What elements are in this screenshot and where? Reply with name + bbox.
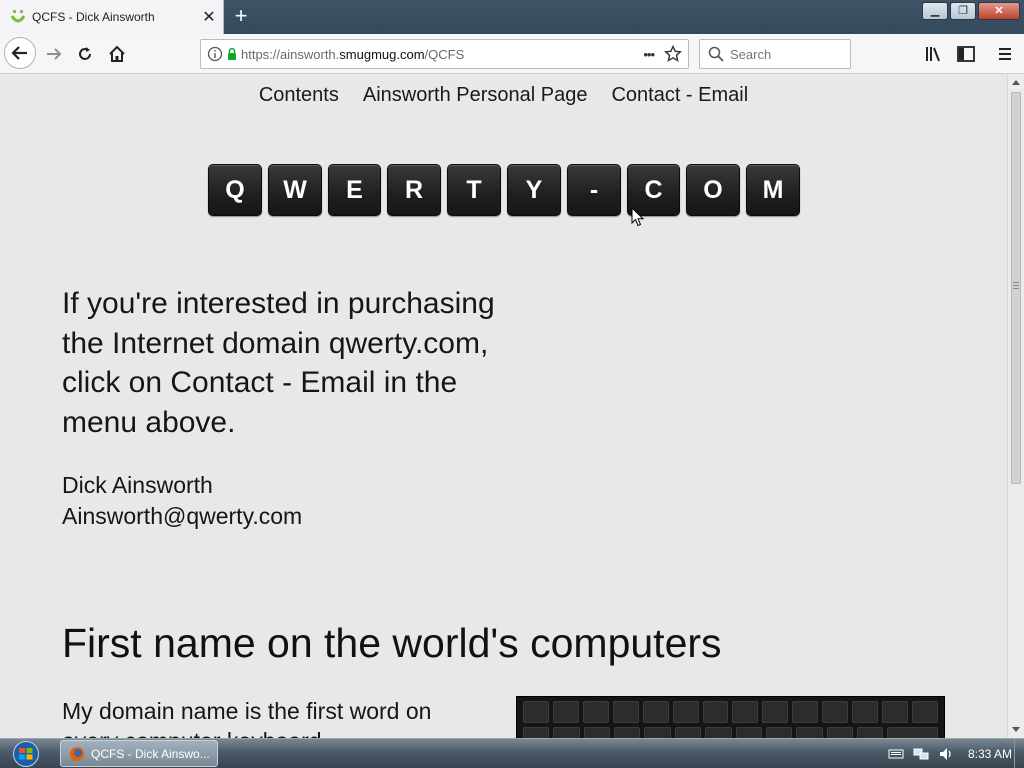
keyboard-tray-icon[interactable]: [888, 748, 904, 760]
search-bar[interactable]: [699, 39, 851, 69]
keycap-w: W: [268, 164, 322, 216]
browser-toolbar: https://ainsworth.smugmug.com/QCFS •••: [0, 34, 1024, 74]
forward-arrow-icon: [47, 48, 62, 60]
home-button[interactable]: [103, 40, 131, 68]
tab-title: QCFS - Dick Ainsworth: [32, 10, 155, 24]
window-controls: ▁ ❐ ✕: [922, 2, 1020, 20]
reload-icon: [79, 47, 91, 60]
section-heading: First name on the world's computers: [62, 620, 722, 666]
contact-email: Ainsworth@qwerty.com: [62, 502, 303, 529]
reload-button[interactable]: [71, 40, 99, 68]
smugmug-favicon-icon: [10, 10, 26, 23]
keycap-y: Y: [507, 164, 561, 216]
contact-block: Dick Ainsworth Ainsworth@qwerty.com: [62, 470, 302, 531]
url-text[interactable]: https://ainsworth.smugmug.com/QCFS: [237, 47, 643, 62]
firefox-icon: [70, 746, 84, 761]
nav-contact-email-link[interactable]: Contact - Email: [611, 84, 748, 107]
keyboard-photo: [516, 696, 945, 738]
network-tray-icon[interactable]: [912, 746, 930, 762]
minimize-button[interactable]: ▁: [922, 2, 948, 20]
browser-tab-strip: QCFS - Dick Ainsworth ✕ + ▁ ❐ ✕: [0, 0, 1024, 34]
search-input[interactable]: [730, 46, 840, 62]
page-actions-icon[interactable]: •••: [643, 47, 655, 62]
system-tray: 8:33 AM: [888, 739, 1024, 768]
contact-name: Dick Ainsworth: [62, 472, 213, 498]
hamburger-menu-icon[interactable]: [996, 45, 1014, 63]
qwerty-com-keycap-banner: Q W E R T Y - C O M: [208, 164, 800, 216]
forward-button[interactable]: [40, 40, 68, 68]
taskbar-window-label: QCFS - Dick Ainswo...: [91, 746, 210, 761]
keycap-t: T: [447, 164, 501, 216]
keycap-r: R: [387, 164, 441, 216]
scroll-down-arrow-icon[interactable]: [1012, 727, 1020, 732]
domain-sale-message: If you're interested in purchasing the I…: [62, 287, 495, 439]
keycap-o: O: [686, 164, 740, 216]
scrollbar-grip-icon: [1013, 282, 1019, 289]
info-icon[interactable]: [207, 46, 237, 62]
new-tab-button[interactable]: +: [228, 4, 254, 30]
mouse-cursor-icon: [631, 207, 645, 227]
page-viewport: Contents Ainsworth Personal Page Contact…: [0, 74, 1007, 738]
url-bar[interactable]: https://ainsworth.smugmug.com/QCFS •••: [200, 39, 689, 69]
close-window-button[interactable]: ✕: [978, 2, 1020, 20]
search-icon: [708, 46, 724, 62]
vertical-scrollbar[interactable]: [1007, 74, 1024, 738]
browser-tab[interactable]: QCFS - Dick Ainsworth ✕: [0, 0, 224, 34]
back-button[interactable]: [4, 37, 36, 69]
home-icon: [109, 45, 125, 62]
keycap-e: E: [328, 164, 381, 216]
nav-personal-page-link[interactable]: Ainsworth Personal Page: [363, 84, 588, 107]
section-paragraph: My domain name is the first word on ever…: [62, 698, 432, 738]
windows-start-button-icon[interactable]: [6, 740, 46, 768]
restore-button[interactable]: ❐: [950, 2, 976, 20]
volume-tray-icon[interactable]: [938, 746, 954, 762]
show-desktop-button[interactable]: [1014, 739, 1024, 768]
keycap-dash: -: [567, 164, 621, 216]
sidebar-icon[interactable]: [956, 45, 976, 63]
back-arrow-icon: [11, 46, 27, 60]
keycap-m: M: [746, 164, 800, 216]
close-tab-icon[interactable]: ✕: [195, 7, 223, 27]
taskbar-firefox-window[interactable]: QCFS - Dick Ainswo...: [60, 740, 218, 767]
nav-contents-link[interactable]: Contents: [259, 84, 339, 107]
keycap-q: Q: [208, 164, 262, 216]
taskbar-clock[interactable]: 8:33 AM: [968, 747, 1012, 761]
library-icon[interactable]: [924, 45, 944, 63]
scroll-up-arrow-icon[interactable]: [1012, 80, 1020, 85]
bookmark-star-icon[interactable]: [664, 45, 682, 63]
windows-taskbar: QCFS - Dick Ainswo... 8:33 AM: [0, 738, 1024, 768]
site-navigation: Contents Ainsworth Personal Page Contact…: [0, 84, 1007, 107]
